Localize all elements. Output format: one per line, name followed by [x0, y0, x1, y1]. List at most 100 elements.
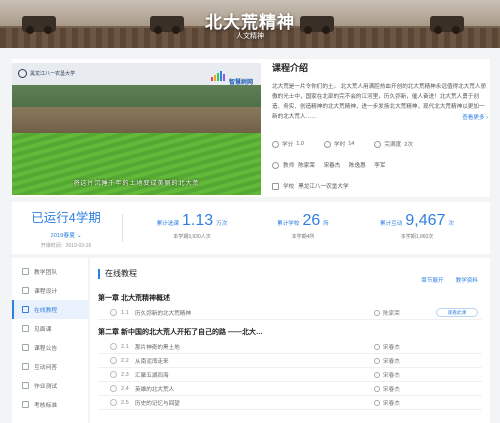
- teacher-names: 陈家荣 宋春杰 陈逸惠 李军: [298, 161, 392, 169]
- sidebar-item-label: 在线教程: [34, 308, 58, 314]
- teacher-name: 宋春杰: [383, 386, 400, 393]
- course-video-player[interactable]: 黑龙江八一农垦大学 智慧树网 将这片沉睡千年的土地变成美丽的北大荒: [12, 63, 261, 195]
- sidebar-item-label: 课程设计: [34, 289, 58, 295]
- run-status: 已运行4学期 2019春夏 ⌄ 开课时间：2019-03-26: [26, 207, 106, 249]
- play-icon: [110, 357, 117, 364]
- video-field-band: [12, 85, 261, 107]
- teacher-name[interactable]: 宋春杰: [324, 163, 341, 169]
- completions-label: 完满度: [384, 142, 402, 148]
- sidebar-item-label: 教学团队: [34, 270, 58, 276]
- school-icon: [272, 182, 279, 190]
- lesson-row[interactable]: 1.1 历久弥新的北大荒精神 陈家荣 观看此课: [98, 306, 482, 320]
- brand-bars-icon: [210, 68, 226, 86]
- stat-value: 9,467: [405, 212, 446, 229]
- teachers-row: 教师 陈家荣 宋春杰 陈逸惠 李军: [272, 161, 488, 169]
- sidebar-item-team[interactable]: 教学团队: [12, 262, 88, 281]
- stat-value: 1.13: [182, 212, 214, 229]
- person-icon: [374, 309, 380, 316]
- teacher-name: 宋春杰: [383, 344, 400, 351]
- teacher-name[interactable]: 陈逸惠: [349, 163, 366, 169]
- sidebar-item-label: 考核标准: [34, 403, 58, 409]
- stat-total-schools: 累计学校 26 所 本学期4所: [258, 212, 348, 240]
- sidebar-item-meeting[interactable]: 见面课: [12, 319, 88, 338]
- lesson-teacher: 陈家荣: [374, 309, 436, 317]
- play-icon: [110, 343, 117, 350]
- sidebar-item-assessment[interactable]: 考核标准: [12, 395, 88, 414]
- stat-total-selections: 累计选课 1.13 万次 本学期3,930人次: [142, 212, 242, 240]
- person-icon: [374, 357, 380, 364]
- meeting-icon: [22, 325, 29, 332]
- sidebar-item-design[interactable]: 课程设计: [12, 281, 88, 300]
- teacher-name: 宋春杰: [383, 372, 400, 379]
- lesson-number: 2.2: [121, 357, 129, 364]
- chat-icon: [22, 363, 29, 370]
- person-icon: [374, 385, 380, 392]
- teacher-name: 陈家荣: [383, 310, 400, 317]
- refresh-icon: [374, 140, 382, 148]
- play-icon: [22, 306, 29, 313]
- lesson-teacher: 宋春杰: [374, 385, 436, 393]
- sidebar-item-homework[interactable]: 作业测试: [12, 376, 88, 395]
- chapter-title: 第一章 北大荒精神概述: [98, 295, 170, 302]
- stat-value: 26: [302, 212, 321, 229]
- lesson-row[interactable]: 2.2 从南泥湾走来 宋春杰: [98, 354, 482, 368]
- view-more-link[interactable]: 查看更多 ›: [462, 115, 488, 121]
- course-intro-title: 课程介绍: [272, 63, 309, 73]
- teacher-name[interactable]: 李军: [374, 163, 385, 169]
- lesson-teacher: 宋春杰: [374, 343, 436, 351]
- completions-value: 2次: [404, 142, 413, 148]
- panel-title: 在线教程: [105, 269, 137, 278]
- lesson-teacher: 宋春杰: [374, 357, 436, 365]
- person-icon: [374, 371, 380, 378]
- school-label: 学校: [283, 184, 295, 190]
- lesson-title: 那片神奇的黑土地: [135, 344, 180, 351]
- sidebar-item-announcement[interactable]: 课程公告: [12, 338, 88, 357]
- pencil-icon: [22, 382, 29, 389]
- lesson-teacher: 宋春杰: [374, 371, 436, 379]
- play-icon: [110, 309, 117, 316]
- clock-icon: [323, 140, 331, 148]
- video-school-name: 黑龙江八一农垦大学: [30, 71, 76, 77]
- lesson-row[interactable]: 2.4 英雄的北大荒人 宋春杰: [98, 382, 482, 396]
- sidebar-item-online-tutorial[interactable]: 在线教程: [12, 300, 88, 319]
- course-meta: 学分 1.0 学时 14 完满度 2次: [272, 140, 488, 148]
- hours-label: 学时: [333, 142, 346, 148]
- stat-sub: 本学期4所: [291, 234, 315, 240]
- person-icon: [374, 399, 380, 406]
- play-icon: [110, 385, 117, 392]
- video-brand: 智慧树网: [210, 68, 253, 86]
- video-field-band: [12, 107, 261, 133]
- credits-label: 学分: [282, 142, 294, 148]
- lesson-row[interactable]: 2.1 那片神奇的黑土地 宋春杰: [98, 340, 482, 354]
- lesson-row[interactable]: 2.3 汇聚五湖四海 宋春杰: [98, 368, 482, 382]
- lesson-row[interactable]: 2.5 历史的记忆与回望 宋春杰: [98, 396, 482, 410]
- term-selector[interactable]: 2019春夏 ⌄: [26, 230, 106, 239]
- lesson-number: 2.4: [121, 385, 129, 392]
- school-name[interactable]: 黑龙江八一农垦大学: [298, 182, 348, 190]
- teaching-materials-link[interactable]: 教学资料: [456, 276, 478, 284]
- lesson-number: 2.3: [121, 371, 129, 378]
- stat-unit: 次: [448, 221, 455, 227]
- lesson-number: 2.5: [121, 399, 129, 406]
- teachers-label: 教师: [283, 163, 295, 169]
- stat-label: 累计互动: [379, 221, 403, 227]
- play-icon: [110, 399, 117, 406]
- expand-chapters-link[interactable]: 章节展开: [421, 276, 443, 284]
- lesson-title: 历史的记忆与回望: [135, 400, 180, 407]
- sidebar-item-qa[interactable]: 互动问答: [12, 357, 88, 376]
- stat-label: 累计选课: [156, 221, 180, 227]
- course-banner-title: 北大荒精神: [205, 13, 295, 32]
- completions: 完满度 2次: [374, 140, 413, 148]
- teacher-name[interactable]: 陈家荣: [298, 163, 315, 169]
- course-stats-bar: 已运行4学期 2019春夏 ⌄ 开课时间：2019-03-26 累计选课 1.1…: [12, 202, 490, 254]
- sidebar-item-label: 作业测试: [34, 384, 58, 390]
- teacher-name: 宋春杰: [383, 400, 400, 407]
- credits: 学分 1.0: [272, 140, 304, 148]
- run-term-count: 已运行4学期: [31, 211, 101, 225]
- watch-lesson-button[interactable]: 观看此课: [436, 308, 478, 317]
- lesson-number: 1.1: [121, 309, 129, 316]
- team-icon: [22, 268, 29, 275]
- course-banner-subtitle: 人文精神: [236, 33, 264, 40]
- stat-unit: 所: [323, 221, 329, 227]
- announcement-icon: [22, 344, 29, 351]
